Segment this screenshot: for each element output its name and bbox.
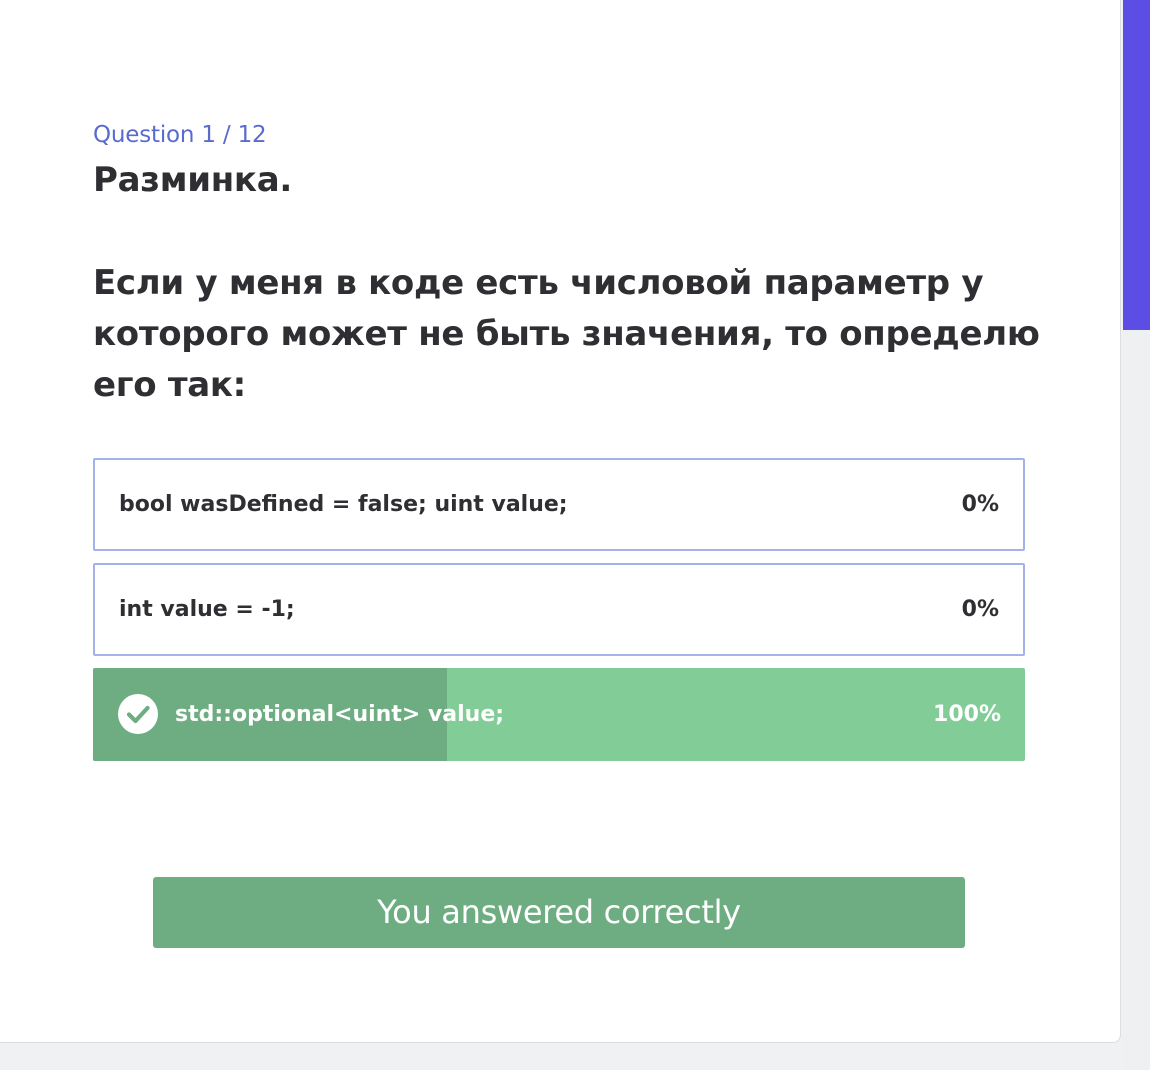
answer-option-label: std::optional<uint> value; bbox=[175, 702, 505, 727]
answer-option-2[interactable]: int value = -1; 0% bbox=[93, 563, 1025, 656]
quiz-card: Question 1 / 12 Разминка. Если у меня в … bbox=[0, 0, 1121, 1043]
answer-option-percent: 0% bbox=[961, 597, 999, 622]
answer-option-3-correct[interactable]: std::optional<uint> value; 100% bbox=[93, 668, 1025, 761]
answer-option-label: int value = -1; bbox=[119, 597, 295, 622]
answered-correctly-button[interactable]: You answered correctly bbox=[153, 877, 965, 948]
scrollbar-thumb[interactable] bbox=[1123, 0, 1150, 330]
check-circle-icon bbox=[118, 694, 158, 734]
answer-option-percent: 0% bbox=[961, 492, 999, 517]
answer-option-percent: 100% bbox=[933, 702, 1001, 727]
answer-option-1[interactable]: bool wasDefined = false; uint value; 0% bbox=[93, 458, 1025, 551]
quiz-title: Разминка. bbox=[93, 160, 292, 200]
answer-option-label: bool wasDefined = false; uint value; bbox=[119, 492, 568, 517]
scrollbar[interactable] bbox=[1123, 0, 1150, 1070]
question-text: Если у меня в коде есть числовой парамет… bbox=[93, 263, 1040, 405]
question-counter: Question 1 / 12 bbox=[93, 122, 267, 148]
